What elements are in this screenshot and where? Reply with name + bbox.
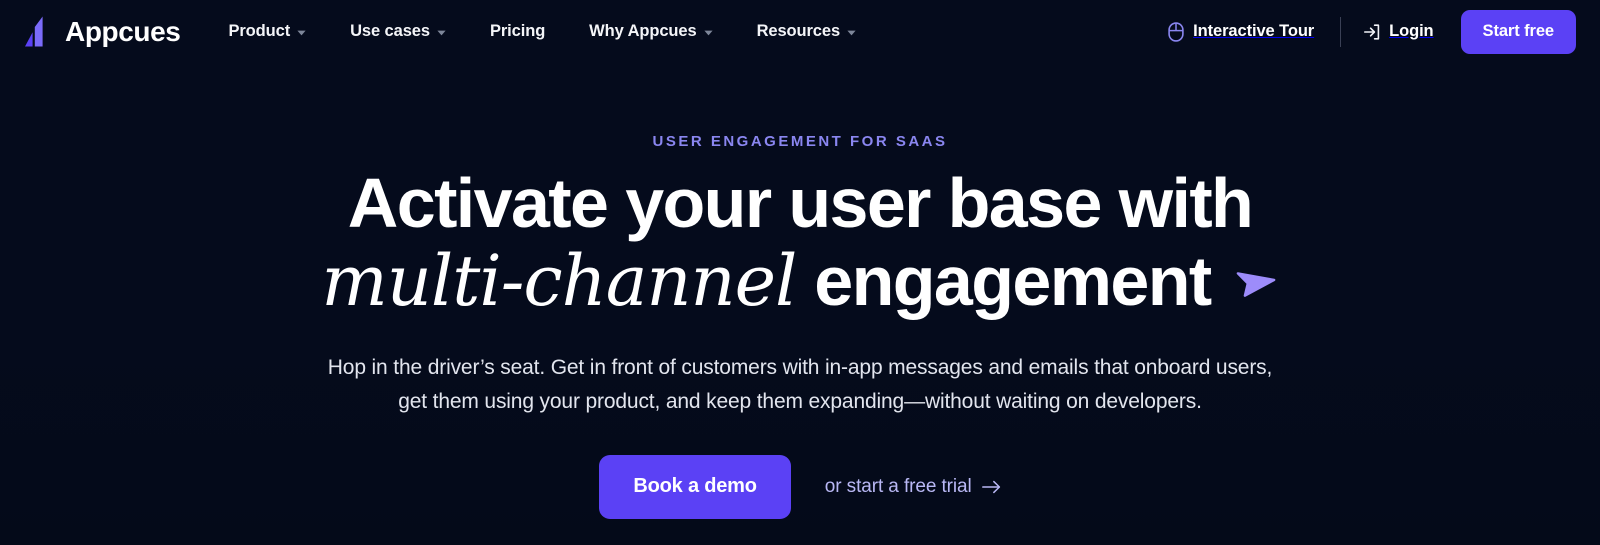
hero-section: USER ENGAGEMENT FOR SAAS Activate your u… xyxy=(0,63,1600,519)
hero-subheadline: Hop in the driver’s seat. Get in front o… xyxy=(320,351,1280,419)
interactive-tour-label: Interactive Tour xyxy=(1193,22,1315,40)
interactive-tour-link[interactable]: Interactive Tour xyxy=(1168,21,1315,42)
nav-right-group: Interactive Tour Login Start free xyxy=(1168,9,1576,54)
brand-home-link[interactable]: Appcues xyxy=(22,15,181,48)
nav-left-group: Appcues Product Use cases Pricing Why Ap… xyxy=(22,14,856,49)
hero-subheadline-line-1: Hop in the driver’s seat. Get in front o… xyxy=(327,355,1211,379)
hero-headline-accent: multi-channel xyxy=(321,240,797,323)
cursor-pointer-icon xyxy=(1227,256,1279,308)
mouse-icon xyxy=(1168,21,1184,42)
arrow-right-icon xyxy=(981,480,1001,494)
start-free-trial-label: or start a free trial xyxy=(824,475,972,497)
nav-item-product[interactable]: Product xyxy=(228,14,306,49)
chevron-down-icon xyxy=(703,28,713,36)
nav-item-use-cases[interactable]: Use cases xyxy=(350,14,446,49)
start-free-button[interactable]: Start free xyxy=(1460,9,1576,54)
hero-eyebrow: USER ENGAGEMENT FOR SAAS xyxy=(652,133,948,150)
start-free-trial-link[interactable]: or start a free trial xyxy=(825,476,1001,498)
top-navigation-bar: Appcues Product Use cases Pricing Why Ap… xyxy=(0,0,1600,63)
brand-name: Appcues xyxy=(65,15,181,47)
nav-item-label: Product xyxy=(228,22,291,40)
nav-item-label: Use cases xyxy=(350,22,430,40)
hero-headline-line-1: Activate your user base with xyxy=(347,164,1254,242)
hero-headline-line-2-rest: engagement xyxy=(814,242,1212,321)
nav-item-resources[interactable]: Resources xyxy=(757,14,856,49)
login-link[interactable]: Login xyxy=(1363,22,1434,41)
login-arrow-icon xyxy=(1363,23,1381,41)
login-label: Login xyxy=(1389,22,1434,40)
book-a-demo-button[interactable]: Book a demo xyxy=(599,454,791,519)
appcues-logo-mark-icon xyxy=(22,15,56,48)
hero-headline: Activate your user base with multi-chann… xyxy=(270,164,1330,321)
nav-item-label: Why Appcues xyxy=(589,22,697,40)
nav-item-why-appcues[interactable]: Why Appcues xyxy=(589,14,713,49)
chevron-down-icon xyxy=(437,28,446,36)
nav-item-label: Pricing xyxy=(489,22,546,40)
nav-item-pricing[interactable]: Pricing xyxy=(490,14,545,49)
primary-nav-links: Product Use cases Pricing Why Appcues Re… xyxy=(228,14,856,49)
nav-item-label: Resources xyxy=(756,22,841,40)
chevron-down-icon xyxy=(847,28,856,36)
nav-divider xyxy=(1340,16,1342,47)
chevron-down-icon xyxy=(297,28,306,36)
hero-cta-row: Book a demo or start a free trial xyxy=(0,454,1600,519)
